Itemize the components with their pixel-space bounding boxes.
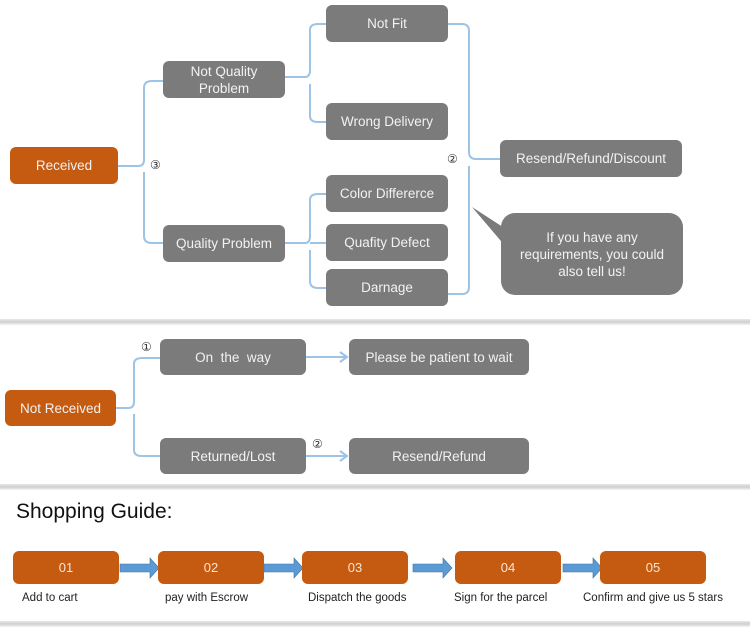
section-divider-1 xyxy=(0,319,750,325)
marker-outcome: ② xyxy=(447,152,458,166)
node-not-received: Not Received xyxy=(5,390,116,426)
node-quality-defect: Quafity Defect xyxy=(326,224,448,261)
node-not-fit: Not Fit xyxy=(326,5,448,42)
node-quality-problem: Quality Problem xyxy=(163,225,285,262)
callout-line-3: also tell us! xyxy=(558,263,626,279)
callout-line-2: requirements, you could xyxy=(519,246,665,262)
connector-not-received-bracket xyxy=(116,357,160,457)
marker-returned: ② xyxy=(312,437,323,451)
connector-lines xyxy=(116,23,603,579)
node-please-wait: Please be patient to wait xyxy=(349,339,529,375)
step-arrow-3 xyxy=(412,557,453,579)
step-label-04: Sign for the parcel xyxy=(454,592,548,604)
connector-on-the-way-arrow xyxy=(306,351,349,363)
section-divider-3 xyxy=(0,621,750,627)
step-box-02: 02 xyxy=(158,551,264,584)
node-received: Received xyxy=(10,147,118,184)
marker-on-the-way: ① xyxy=(141,340,152,354)
step-box-03: 03 xyxy=(302,551,408,584)
node-not-quality-problem: Not Quality Problem xyxy=(163,61,285,98)
node-color-difference: Color Differerce xyxy=(326,175,448,212)
callout-requirements: If you have any requirements, you could … xyxy=(501,213,683,295)
step-arrow-4 xyxy=(562,557,603,579)
node-resend-refund-discount: Resend/Refund/Discount xyxy=(500,140,682,177)
node-returned-lost: Returned/Lost xyxy=(160,438,306,474)
node-not-quality-line-1: Not Quality xyxy=(190,63,258,79)
node-wrong-delivery: Wrong Delivery xyxy=(326,103,448,140)
connector-not-quality-bracket xyxy=(285,23,327,123)
node-resend-refund: Resend/Refund xyxy=(349,438,529,474)
node-not-quality-line-2: Problem xyxy=(198,80,250,96)
step-label-01: Add to cart xyxy=(22,592,78,604)
connector-quality-bracket xyxy=(285,193,327,289)
node-on-the-way: On the way xyxy=(160,339,306,375)
step-label-05: Confirm and give us 5 stars xyxy=(583,592,723,604)
node-damage: Darnage xyxy=(326,269,448,306)
step-arrow-2 xyxy=(263,557,304,579)
step-box-04: 04 xyxy=(455,551,561,584)
step-label-02: pay with Escrow xyxy=(165,592,249,604)
shopping-guide-title: Shopping Guide: xyxy=(16,500,173,523)
section-divider-2 xyxy=(0,484,750,490)
marker-received: ③ xyxy=(150,158,161,172)
connector-returned-arrow xyxy=(306,450,349,462)
step-label-03: Dispatch the goods xyxy=(308,592,407,604)
callout-line-1: If you have any xyxy=(546,229,638,245)
step-box-05: 05 xyxy=(600,551,706,584)
step-arrow-1 xyxy=(119,557,160,579)
step-box-01: 01 xyxy=(13,551,119,584)
